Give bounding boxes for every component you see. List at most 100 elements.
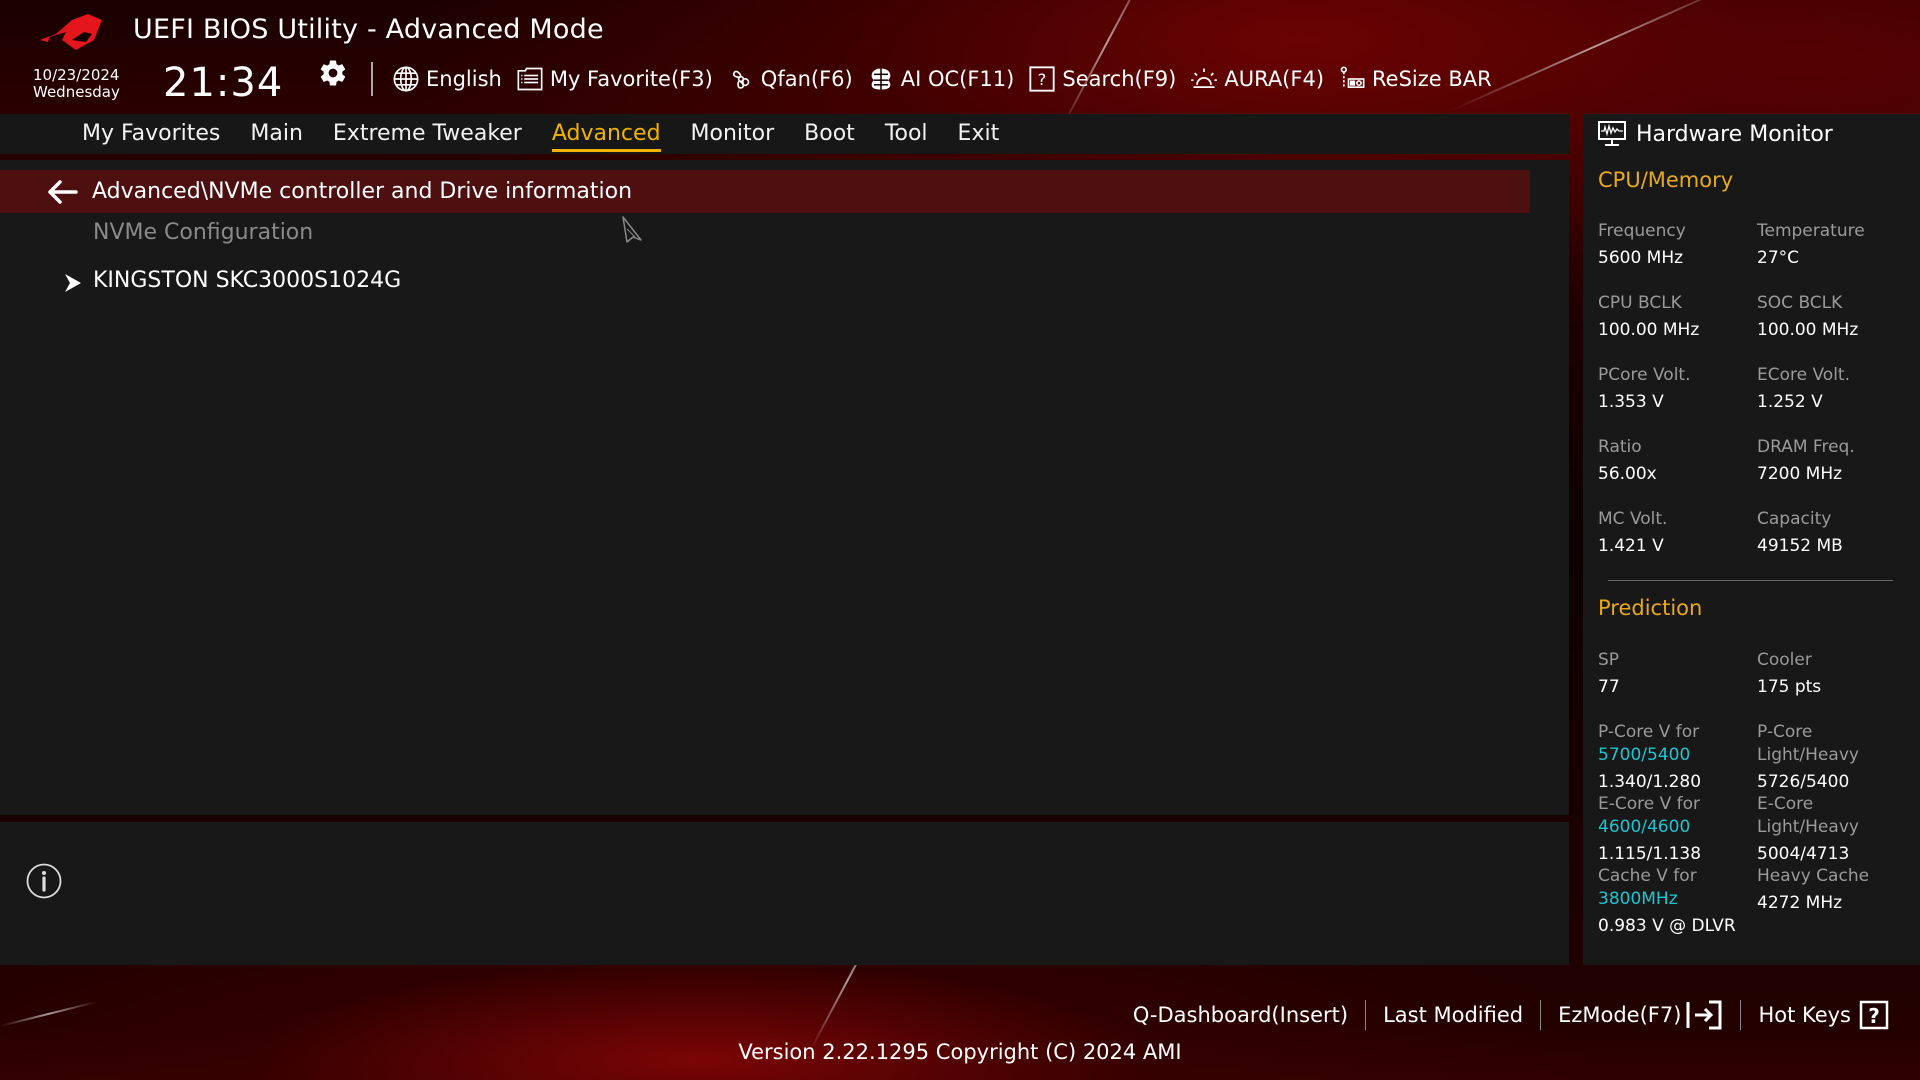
my-favorite-label: My Favorite(F3) <box>549 67 713 91</box>
svg-text:?: ? <box>1868 1004 1880 1028</box>
qfan-button[interactable]: Qfan(F6) <box>727 65 853 93</box>
aura-button[interactable]: AURA(F4) <box>1190 65 1324 93</box>
prediction-cooler: Cooler 175 pts <box>1757 649 1917 699</box>
last-modified-button[interactable]: Last Modified <box>1366 1003 1540 1027</box>
hot-keys-button[interactable]: Hot Keys ? <box>1741 1000 1906 1030</box>
ezmode-label: EzMode(F7) <box>1558 1003 1682 1027</box>
last-modified-label: Last Modified <box>1383 1003 1524 1027</box>
stat-value: 0.983 V @ DLVR <box>1598 916 1736 936</box>
stat-value: 5600 MHz <box>1598 248 1684 268</box>
stat-label: P-Core V for <box>1598 722 1700 742</box>
hw-stat-cpu-bclk: CPU BCLK 100.00 MHz <box>1598 292 1758 342</box>
resize-bar-button[interactable]: ReSize BAR <box>1338 65 1492 93</box>
hw-stat-capacity: Capacity 49152 MB <box>1757 508 1917 558</box>
hw-stat-frequency: Frequency 5600 MHz <box>1598 220 1758 270</box>
tab-monitor[interactable]: Monitor <box>691 121 775 148</box>
mouse-cursor-icon <box>622 216 642 243</box>
ai-oc-label: AI OC(F11) <box>900 67 1015 91</box>
tab-boot[interactable]: Boot <box>804 121 855 148</box>
qfan-label: Qfan(F6) <box>760 67 853 91</box>
nvme-configuration-heading: NVMe Configuration <box>93 220 314 245</box>
ai-chip-icon <box>867 65 895 93</box>
stat-value: 100.00 MHz <box>1757 320 1859 340</box>
stat-label: SP <box>1598 650 1620 670</box>
back-arrow-icon[interactable] <box>44 177 80 207</box>
date-text: 10/23/2024 <box>33 66 120 84</box>
language-button[interactable]: English <box>392 65 502 93</box>
monitor-graph-icon <box>1598 121 1626 146</box>
cpu-memory-heading: CPU/Memory <box>1598 168 1734 192</box>
hardware-monitor-panel: Hardware Monitor CPU/Memory Frequency 56… <box>1583 114 1920 965</box>
stat-label: SOC BCLK <box>1757 293 1843 313</box>
stat-value: 1.340/1.280 <box>1598 772 1702 792</box>
prediction-cache-v: Cache V for 3800MHz 0.983 V @ DLVR <box>1598 865 1758 938</box>
my-favorite-button[interactable]: My Favorite(F3) <box>516 65 713 93</box>
hardware-monitor-title: Hardware Monitor <box>1598 121 1833 147</box>
search-label: Search(F9) <box>1062 67 1177 91</box>
tab-my-favorites[interactable]: My Favorites <box>82 121 220 148</box>
stat-label: Frequency <box>1598 221 1686 241</box>
drive-submenu-item[interactable]: KINGSTON SKC3000S1024G <box>93 268 401 293</box>
hw-stat-pcore-volt: PCore Volt. 1.353 V <box>1598 364 1758 414</box>
info-icon <box>26 863 62 899</box>
stat-value: 4272 MHz <box>1757 893 1843 913</box>
gear-icon[interactable] <box>318 58 348 88</box>
hw-section-divider <box>1608 580 1893 581</box>
q-dashboard-label: Q-Dashboard(Insert) <box>1132 1003 1349 1027</box>
stat-label: CPU BCLK <box>1598 293 1682 313</box>
svg-text:?: ? <box>1038 70 1047 89</box>
stat-value: 175 pts <box>1757 677 1822 697</box>
prediction-sp: SP 77 <box>1598 649 1758 699</box>
stat-label: PCore Volt. <box>1598 365 1691 385</box>
weekday-text: Wednesday <box>33 83 120 101</box>
prediction-ecore-v: E-Core V for 4600/4600 1.115/1.138 <box>1598 793 1758 866</box>
stat-value: 77 <box>1598 677 1620 697</box>
tab-main[interactable]: Main <box>250 121 303 148</box>
resize-bar-label: ReSize BAR <box>1372 67 1492 91</box>
stat-label: Capacity <box>1757 509 1832 529</box>
stat-label: MC Volt. <box>1598 509 1668 529</box>
stat-label: Ratio <box>1598 437 1642 457</box>
stat-value: 7200 MHz <box>1757 464 1843 484</box>
stat-value: 5726/5400 <box>1757 772 1850 792</box>
tab-advanced[interactable]: Advanced <box>551 121 661 152</box>
ezmode-button[interactable]: EzMode(F7) <box>1541 1000 1740 1030</box>
stat-value: 27°C <box>1757 248 1800 268</box>
clock-time: 21:34 <box>163 60 284 106</box>
hw-stat-soc-bclk: SOC BCLK 100.00 MHz <box>1757 292 1917 342</box>
header-divider <box>371 62 373 96</box>
exit-arrow-icon <box>1686 1000 1722 1030</box>
breadcrumb-path: Advanced\NVMe controller and Drive infor… <box>92 179 633 204</box>
stat-label: Cooler <box>1757 650 1812 670</box>
tab-extreme-tweaker[interactable]: Extreme Tweaker <box>333 121 522 148</box>
tab-exit[interactable]: Exit <box>958 121 1000 148</box>
stat-label: Light/Heavy <box>1757 745 1859 765</box>
stat-value: 1.252 V <box>1757 392 1823 412</box>
main-tab-bar: My Favorites Main Extreme Tweaker Advanc… <box>0 114 1569 154</box>
hw-stat-mc-volt: MC Volt. 1.421 V <box>1598 508 1758 558</box>
footer-links: Q-Dashboard(Insert) Last Modified EzMode… <box>1116 995 1906 1035</box>
hot-keys-label: Hot Keys <box>1758 1003 1851 1027</box>
stat-label: ECore Volt. <box>1757 365 1850 385</box>
prediction-heavy-cache: Heavy Cache 4272 MHz <box>1757 865 1917 915</box>
help-question-icon: ? <box>1859 1000 1889 1030</box>
stat-value: 49152 MB <box>1757 536 1843 556</box>
version-copyright: Version 2.22.1295 Copyright (C) 2024 AMI <box>738 1040 1182 1064</box>
stat-label: P-Core <box>1757 722 1813 742</box>
stat-value: 56.00x <box>1598 464 1657 484</box>
stat-frequency: 4600/4600 <box>1598 817 1691 837</box>
app-title: UEFI BIOS Utility - Advanced Mode <box>133 14 604 45</box>
q-dashboard-button[interactable]: Q-Dashboard(Insert) <box>1116 1003 1365 1027</box>
stat-value: 1.353 V <box>1598 392 1664 412</box>
hw-stat-ecore-volt: ECore Volt. 1.252 V <box>1757 364 1917 414</box>
search-button[interactable]: ? Search(F9) <box>1028 65 1176 93</box>
aura-label: AURA(F4) <box>1224 67 1325 91</box>
hw-stat-dram-freq: DRAM Freq. 7200 MHz <box>1757 436 1917 486</box>
search-question-icon: ? <box>1028 65 1056 93</box>
tab-tool[interactable]: Tool <box>885 121 928 148</box>
breadcrumb: Advanced\NVMe controller and Drive infor… <box>0 170 1530 213</box>
toolbar: English My Favorite(F3) Qfan(F6) AI OC(F… <box>392 62 1506 96</box>
ai-oc-button[interactable]: AI OC(F11) <box>867 65 1015 93</box>
prediction-ecore-light-heavy: E-Core Light/Heavy 5004/4713 <box>1757 793 1917 866</box>
hardware-monitor-title-text: Hardware Monitor <box>1636 121 1833 147</box>
